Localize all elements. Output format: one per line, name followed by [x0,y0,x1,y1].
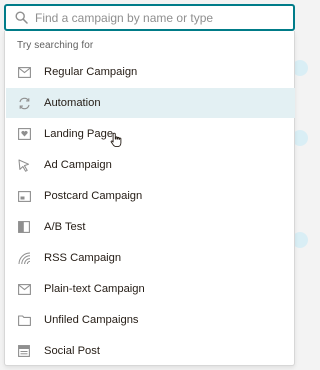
social-post-icon [17,344,31,358]
suggestion-regular-campaign[interactable]: Regular Campaign [6,57,295,87]
suggestion-label: Social Post [44,345,100,357]
split-test-icon [17,220,31,234]
suggestion-automation[interactable]: Automation [6,88,295,118]
suggestion-plain-text-campaign[interactable]: Plain-text Campaign [6,274,295,304]
suggestion-rss-campaign[interactable]: RSS Campaign [6,243,295,273]
section-label: Try searching for [17,40,94,51]
rss-icon [17,251,31,265]
suggestion-label: Ad Campaign [44,159,112,171]
folder-icon [17,313,31,327]
suggestion-label: A/B Test [44,221,86,233]
suggestion-landing-page[interactable]: Landing Page [6,119,295,149]
cursor-arrow-icon [17,158,31,172]
search-input[interactable] [35,7,285,28]
postcard-icon [17,189,31,203]
suggestion-label: Regular Campaign [44,66,138,78]
suggestion-ab-test[interactable]: A/B Test [6,212,295,242]
refresh-cycle-icon [17,96,31,110]
envelope-icon [17,282,31,296]
campaign-search-box[interactable] [4,4,295,31]
suggestion-label: Automation [44,97,101,109]
suggestion-label: Postcard Campaign [44,190,143,202]
suggestion-social-post[interactable]: Social Post [6,336,295,366]
suggestion-label: Plain-text Campaign [44,283,145,295]
suggestion-ad-campaign[interactable]: Ad Campaign [6,150,295,180]
search-icon [13,10,29,26]
landing-page-icon [17,127,31,141]
suggestion-label: Unfiled Campaigns [44,314,139,326]
suggestion-label: Landing Page [44,128,114,140]
suggestion-label: RSS Campaign [44,252,122,264]
envelope-icon [17,65,31,79]
suggestion-postcard-campaign[interactable]: Postcard Campaign [6,181,295,211]
hand-pointer-cursor-icon [110,132,122,148]
suggestion-unfiled-campaigns[interactable]: Unfiled Campaigns [6,305,295,335]
search-suggestions-dropdown: Try searching for Regular Campaign Autom… [4,31,295,366]
